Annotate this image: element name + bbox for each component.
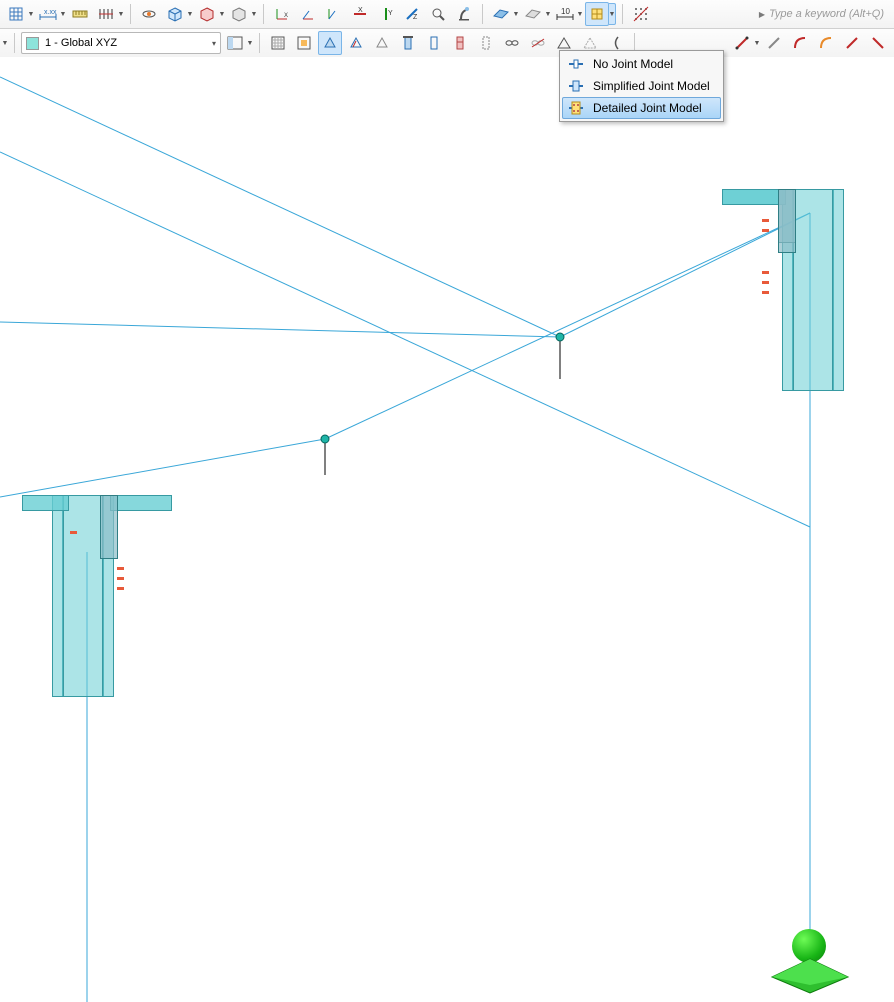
grid-accent-icon[interactable]: [292, 31, 316, 55]
zoom-fit-icon[interactable]: [426, 2, 450, 26]
model-node: [556, 333, 565, 342]
separator: [482, 4, 483, 24]
joint-none-icon: [567, 57, 585, 71]
separator: [130, 4, 131, 24]
dropdown-arrow-icon[interactable]: ▼: [219, 3, 225, 25]
joint-detailed-icon: [567, 101, 585, 115]
draw-line-diag-icon[interactable]: [730, 31, 754, 55]
microscope-icon[interactable]: [452, 2, 476, 26]
dropdown-arrow-icon[interactable]: ▼: [2, 32, 8, 54]
search-placeholder: Type a keyword (Alt+Q): [769, 8, 884, 20]
draw-line-gray-icon[interactable]: [762, 31, 786, 55]
align-fence-icon[interactable]: [94, 2, 118, 26]
chain-icon[interactable]: [500, 31, 524, 55]
chevron-down-icon: ▾: [212, 39, 216, 48]
axis-xz-icon[interactable]: [296, 2, 320, 26]
dropdown-arrow-icon[interactable]: ▼: [118, 3, 124, 25]
panel-left-icon[interactable]: [223, 31, 247, 55]
draw-line-red3-icon[interactable]: [866, 31, 890, 55]
axis-xy-icon[interactable]: X: [270, 2, 294, 26]
steel-joint-right: [722, 189, 872, 389]
chain-off-icon[interactable]: [526, 31, 550, 55]
cube-gray-icon[interactable]: [227, 2, 251, 26]
toolbar-second: ▼ 1 - Global XYZ ▾ ▼: [0, 29, 894, 58]
dropdown-arrow-icon[interactable]: ▼: [545, 3, 551, 25]
wall-open-icon[interactable]: [422, 31, 446, 55]
grid-dots-icon[interactable]: [629, 2, 653, 26]
dropdown-arrow-icon[interactable]: ▼: [60, 3, 66, 25]
separator: [259, 33, 260, 53]
ruler-icon[interactable]: [68, 2, 92, 26]
joint-simplified-icon: [567, 79, 585, 93]
axis-x-icon[interactable]: X: [348, 2, 372, 26]
svg-text:X: X: [284, 13, 288, 19]
axis-y-icon[interactable]: Y: [374, 2, 398, 26]
projection-1-icon[interactable]: [318, 31, 342, 55]
dropdown-arrow-icon[interactable]: ▼: [577, 3, 583, 25]
grid-5x5-icon[interactable]: [266, 31, 290, 55]
svg-text:Y: Y: [388, 10, 393, 17]
plane-gray-icon[interactable]: [521, 2, 545, 26]
menu-item-label: No Joint Model: [593, 57, 673, 71]
joint-model-menu: No Joint Model Simplified Joint Model De…: [559, 50, 724, 122]
steel-joint-left: [22, 495, 172, 695]
dropdown-arrow-icon[interactable]: ▼: [754, 32, 760, 54]
axis-z-icon[interactable]: Z: [400, 2, 424, 26]
dropdown-arrow-icon[interactable]: ▼: [513, 3, 519, 25]
model-node: [321, 435, 330, 444]
search-expand-icon: ▶: [759, 10, 765, 19]
menu-item-simplified-joint[interactable]: Simplified Joint Model: [562, 75, 721, 97]
combo-swatch-icon: [26, 37, 39, 50]
support-base-icon: [770, 955, 850, 995]
dropdown-arrow-icon[interactable]: ▼: [247, 32, 253, 54]
distance-10-icon[interactable]: 10: [553, 2, 577, 26]
draw-arc-orange-icon[interactable]: [814, 31, 838, 55]
separator: [14, 33, 15, 53]
draw-arc-red-icon[interactable]: [788, 31, 812, 55]
model-viewport[interactable]: [0, 57, 894, 1002]
keyword-search[interactable]: ▶ Type a keyword (Alt+Q): [759, 8, 890, 20]
menu-item-detailed-joint[interactable]: Detailed Joint Model: [562, 97, 721, 119]
dropdown-arrow-icon[interactable]: ▼: [187, 3, 193, 25]
wall-hidden-icon[interactable]: [474, 31, 498, 55]
projection-2-icon[interactable]: [344, 31, 368, 55]
cube-blue-icon[interactable]: [163, 2, 187, 26]
coord-system-label: 1 - Global XYZ: [45, 37, 117, 49]
grid-icon[interactable]: [4, 2, 28, 26]
coord-system-combo[interactable]: 1 - Global XYZ ▾: [21, 32, 221, 54]
projection-3-icon[interactable]: [370, 31, 394, 55]
plane-blue-icon[interactable]: [489, 2, 513, 26]
dropdown-arrow-icon[interactable]: ▼: [609, 3, 616, 25]
joint-model-icon[interactable]: [585, 2, 609, 26]
axis-yz-icon[interactable]: [322, 2, 346, 26]
svg-text:Z: Z: [413, 14, 418, 21]
svg-text:x.xx: x.xx: [44, 9, 57, 16]
dimension-xx-icon[interactable]: x.xx: [36, 2, 60, 26]
wall-cap-icon[interactable]: [396, 31, 420, 55]
dropdown-arrow-icon[interactable]: ▼: [251, 3, 257, 25]
dropdown-arrow-icon[interactable]: ▼: [28, 3, 34, 25]
separator: [622, 4, 623, 24]
toolbar-top: ▼ x.xx ▼ ▼ ▼ ▼ ▼ X X Y Z: [0, 0, 894, 29]
svg-text:X: X: [358, 7, 363, 14]
zoom-orbit-icon[interactable]: [137, 2, 161, 26]
draw-line-red2-icon[interactable]: [840, 31, 864, 55]
menu-item-label: Simplified Joint Model: [593, 79, 710, 93]
wall-section-icon[interactable]: [448, 31, 472, 55]
svg-text:10: 10: [561, 7, 570, 16]
menu-item-label: Detailed Joint Model: [593, 101, 702, 115]
separator: [263, 4, 264, 24]
cube-red-icon[interactable]: [195, 2, 219, 26]
menu-item-no-joint[interactable]: No Joint Model: [562, 53, 721, 75]
